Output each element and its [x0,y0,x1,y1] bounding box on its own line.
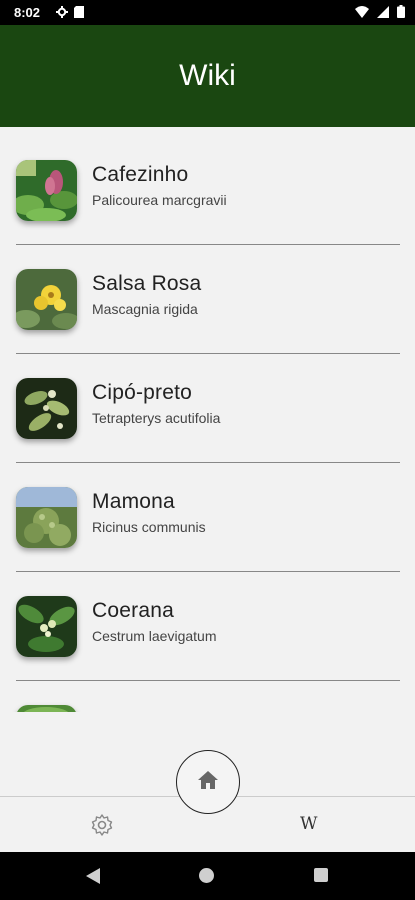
plant-name: Cafezinho [92,163,189,186]
plant-scientific-name: Palicourea marcgravii [92,192,227,208]
plant-list-item[interactable]: Salsa Rosa Mascagnia rigida [16,236,400,354]
plant-name: Salsa Rosa [92,272,202,295]
plant-scientific-name: Tetrapterys acutifolia [92,410,221,426]
status-time: 8:02 [14,5,41,20]
plant-list-item[interactable] [16,672,400,712]
plant-name: Coerana [92,599,174,622]
plant-thumbnail [16,487,77,548]
system-home-icon[interactable] [199,868,214,883]
plant-thumbnail [16,596,77,657]
plant-name: Cipó-preto [92,381,193,404]
plant-list-item[interactable]: Cipó-preto Tetrapterys acutifolia [16,345,400,463]
plant-name: Mamona [92,490,175,513]
plant-list[interactable]: Cafezinho Palicourea marcgravii Salsa Ro… [0,127,415,712]
settings-gear-icon[interactable] [90,813,114,842]
app-bar: Wiki [0,25,415,127]
plant-scientific-name: Mascagnia rigida [92,301,198,317]
system-navigation-bar [0,852,415,900]
home-icon [197,770,219,795]
plant-thumbnail [16,378,77,439]
cellular-signal-icon [377,5,389,23]
plant-thumbnail [16,705,77,712]
plant-thumbnail [16,269,77,330]
recent-apps-icon[interactable] [314,868,328,882]
settings-gear-notification-icon [56,5,68,23]
status-bar: 8:02 [0,0,415,25]
plant-scientific-name: Cestrum laevigatum [92,628,217,644]
home-button[interactable] [176,750,240,814]
page-title: Wiki [179,59,236,92]
plant-list-item[interactable]: Mamona Ricinus communis [16,454,400,572]
sd-card-icon [74,5,84,23]
plant-scientific-name: Ricinus communis [92,519,206,535]
wiki-tab-icon[interactable]: W [300,814,317,834]
plant-list-item[interactable]: Cafezinho Palicourea marcgravii [16,127,400,245]
back-icon[interactable] [86,868,100,889]
wifi-icon [355,5,369,23]
plant-thumbnail [16,160,77,221]
battery-icon [397,5,405,23]
plant-list-item[interactable]: Coerana Cestrum laevigatum [16,563,400,681]
